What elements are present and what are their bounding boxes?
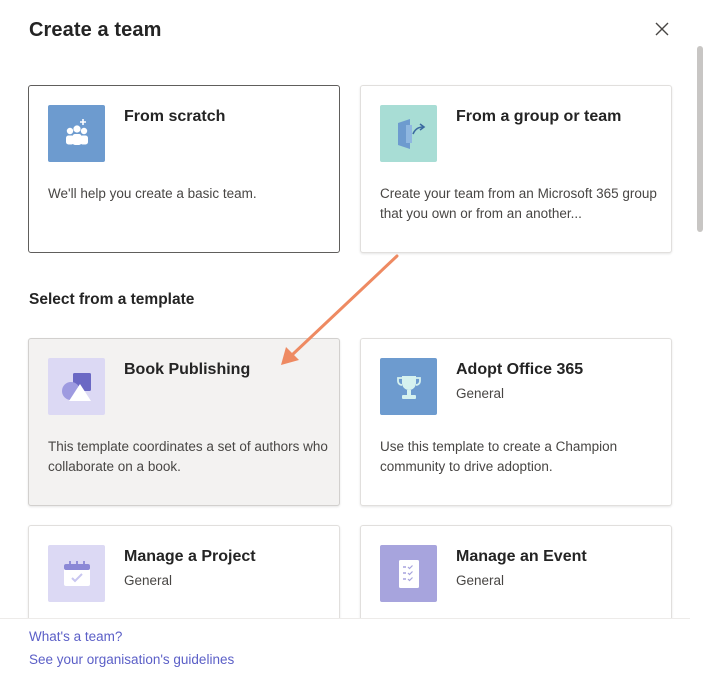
checklist-icon (380, 545, 437, 602)
card-title: Book Publishing (124, 361, 251, 378)
card-description: Use this template to create a Champion c… (380, 439, 618, 474)
template-card-adopt-office-365[interactable]: Adopt Office 365 General Use this templa… (360, 338, 672, 506)
card-subtitle: General (456, 573, 505, 588)
card-title: Manage a Project (124, 548, 256, 565)
scrollbar-thumb[interactable] (697, 46, 703, 232)
dialog-footer: What's a team? See your organisation's g… (0, 618, 690, 693)
card-description: We'll help you create a basic team. (48, 186, 257, 201)
card-from-scratch[interactable]: From scratch We'll help you create a bas… (28, 85, 340, 253)
card-title: Adopt Office 365 (456, 361, 584, 378)
create-team-dialog: Create a team From scratch We'll help yo… (0, 0, 707, 693)
group-arrow-icon (380, 105, 437, 162)
section-heading: Select from a template (29, 291, 195, 308)
card-from-group-or-team[interactable]: From a group or team Create your team fr… (360, 85, 672, 253)
whats-a-team-link[interactable]: What's a team? (29, 629, 122, 644)
card-description: This template coordinates a set of autho… (48, 439, 328, 474)
people-add-icon (48, 105, 105, 162)
organisation-guidelines-link[interactable]: See your organisation's guidelines (29, 652, 234, 667)
card-title: Manage an Event (456, 548, 587, 565)
card-description: Create your team from an Microsoft 365 g… (380, 186, 657, 221)
template-card-book-publishing[interactable]: Book Publishing This template coordinate… (28, 338, 340, 506)
card-title: From a group or team (456, 108, 622, 125)
calendar-check-icon (48, 545, 105, 602)
card-subtitle: General (456, 386, 505, 401)
dialog-title: Create a team (29, 19, 162, 41)
card-title: From scratch (124, 108, 226, 125)
shapes-icon (48, 358, 105, 415)
card-subtitle: General (124, 573, 173, 588)
close-icon[interactable] (652, 19, 672, 39)
trophy-icon (380, 358, 437, 415)
